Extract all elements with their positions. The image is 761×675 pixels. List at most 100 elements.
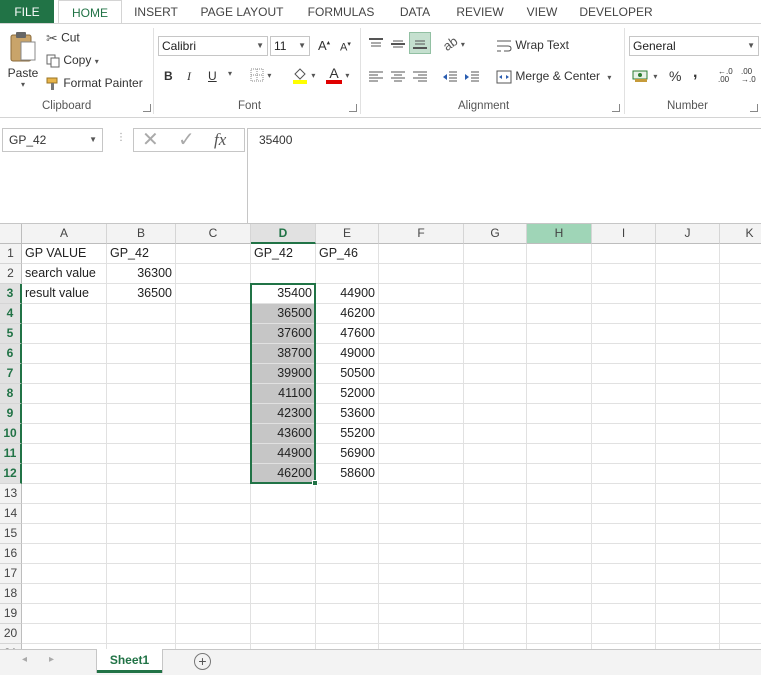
number-format-combo[interactable]: General ▼ — [629, 36, 759, 56]
cell-k17[interactable] — [720, 564, 761, 584]
cell-g13[interactable] — [464, 484, 527, 504]
cell-a15[interactable] — [22, 524, 107, 544]
cell-i20[interactable] — [592, 624, 656, 644]
cell-d7[interactable]: 39900 — [251, 364, 316, 384]
cell-g4[interactable] — [464, 304, 527, 324]
cell-h15[interactable] — [527, 524, 592, 544]
cell-a8[interactable] — [22, 384, 107, 404]
cell-h10[interactable] — [527, 424, 592, 444]
cell-d6[interactable]: 38700 — [251, 344, 316, 364]
cell-c19[interactable] — [176, 604, 251, 624]
cell-b7[interactable] — [107, 364, 176, 384]
cell-j4[interactable] — [656, 304, 720, 324]
cell-h11[interactable] — [527, 444, 592, 464]
cell-d12[interactable]: 46200 — [251, 464, 316, 484]
cell-j13[interactable] — [656, 484, 720, 504]
cell-h1[interactable] — [527, 244, 592, 264]
cell-j6[interactable] — [656, 344, 720, 364]
cell-f12[interactable] — [379, 464, 464, 484]
row-header-7[interactable]: 7 — [0, 364, 22, 384]
row-header-2[interactable]: 2 — [0, 264, 22, 284]
cell-a10[interactable] — [22, 424, 107, 444]
cell-k1[interactable] — [720, 244, 761, 264]
cell-f18[interactable] — [379, 584, 464, 604]
cell-a19[interactable] — [22, 604, 107, 624]
shrink-font-button[interactable]: A▾ — [340, 40, 351, 54]
cell-c16[interactable] — [176, 544, 251, 564]
sheet-prev-icon[interactable]: ◂ — [22, 654, 27, 665]
cell-h8[interactable] — [527, 384, 592, 404]
cell-a1[interactable]: GP VALUE — [22, 244, 107, 264]
cell-k3[interactable] — [720, 284, 761, 304]
cell-e4[interactable]: 46200 — [316, 304, 379, 324]
align-left-button[interactable] — [368, 69, 384, 83]
cell-c6[interactable] — [176, 344, 251, 364]
cell-k19[interactable] — [720, 604, 761, 624]
cell-a14[interactable] — [22, 504, 107, 524]
row-header-11[interactable]: 11 — [0, 444, 22, 464]
font-launcher-icon[interactable] — [349, 104, 357, 112]
cell-i14[interactable] — [592, 504, 656, 524]
cell-j10[interactable] — [656, 424, 720, 444]
cell-k18[interactable] — [720, 584, 761, 604]
align-right-button[interactable] — [412, 69, 428, 83]
cell-i2[interactable] — [592, 264, 656, 284]
cell-j15[interactable] — [656, 524, 720, 544]
cell-g19[interactable] — [464, 604, 527, 624]
cell-c2[interactable] — [176, 264, 251, 284]
cell-d4[interactable]: 36500 — [251, 304, 316, 324]
align-center-button[interactable] — [390, 69, 406, 83]
underline-dropdown-icon[interactable]: ▾ — [228, 69, 232, 78]
cell-e7[interactable]: 50500 — [316, 364, 379, 384]
cell-e17[interactable] — [316, 564, 379, 584]
cell-k8[interactable] — [720, 384, 761, 404]
cell-b11[interactable] — [107, 444, 176, 464]
cell-f16[interactable] — [379, 544, 464, 564]
cell-c8[interactable] — [176, 384, 251, 404]
cell-c3[interactable] — [176, 284, 251, 304]
cell-j9[interactable] — [656, 404, 720, 424]
cell-c1[interactable] — [176, 244, 251, 264]
cell-k11[interactable] — [720, 444, 761, 464]
cell-c11[interactable] — [176, 444, 251, 464]
cell-k12[interactable] — [720, 464, 761, 484]
cell-i18[interactable] — [592, 584, 656, 604]
cell-i17[interactable] — [592, 564, 656, 584]
column-header-e[interactable]: E — [316, 224, 379, 244]
row-header-8[interactable]: 8 — [0, 384, 22, 404]
decrease-indent-button[interactable] — [442, 69, 458, 83]
cell-k10[interactable] — [720, 424, 761, 444]
cell-d18[interactable] — [251, 584, 316, 604]
tab-review[interactable]: REVIEW — [450, 0, 510, 24]
column-header-f[interactable]: F — [379, 224, 464, 244]
cell-d1[interactable]: GP_42 — [251, 244, 316, 264]
select-all-corner[interactable] — [0, 224, 22, 244]
cell-d11[interactable]: 44900 — [251, 444, 316, 464]
column-header-c[interactable]: C — [176, 224, 251, 244]
cell-i19[interactable] — [592, 604, 656, 624]
cell-g1[interactable] — [464, 244, 527, 264]
cell-h7[interactable] — [527, 364, 592, 384]
row-header-19[interactable]: 19 — [0, 604, 22, 624]
cell-a3[interactable]: result value — [22, 284, 107, 304]
italic-button[interactable]: I — [187, 69, 191, 84]
cell-e1[interactable]: GP_46 — [316, 244, 379, 264]
row-header-15[interactable]: 15 — [0, 524, 22, 544]
cell-h9[interactable] — [527, 404, 592, 424]
cell-b1[interactable]: GP_42 — [107, 244, 176, 264]
cell-g2[interactable] — [464, 264, 527, 284]
cell-h18[interactable] — [527, 584, 592, 604]
cell-c5[interactable] — [176, 324, 251, 344]
cell-b12[interactable] — [107, 464, 176, 484]
cell-k2[interactable] — [720, 264, 761, 284]
cell-e14[interactable] — [316, 504, 379, 524]
cell-e6[interactable]: 49000 — [316, 344, 379, 364]
cell-f2[interactable] — [379, 264, 464, 284]
name-box[interactable]: GP_42 ▼ — [2, 128, 103, 152]
cell-b2[interactable]: 36300 — [107, 264, 176, 284]
alignment-launcher-icon[interactable] — [612, 104, 620, 112]
cell-e2[interactable] — [316, 264, 379, 284]
orientation-button[interactable]: ab ▾ — [440, 34, 465, 55]
cell-g20[interactable] — [464, 624, 527, 644]
cell-g18[interactable] — [464, 584, 527, 604]
